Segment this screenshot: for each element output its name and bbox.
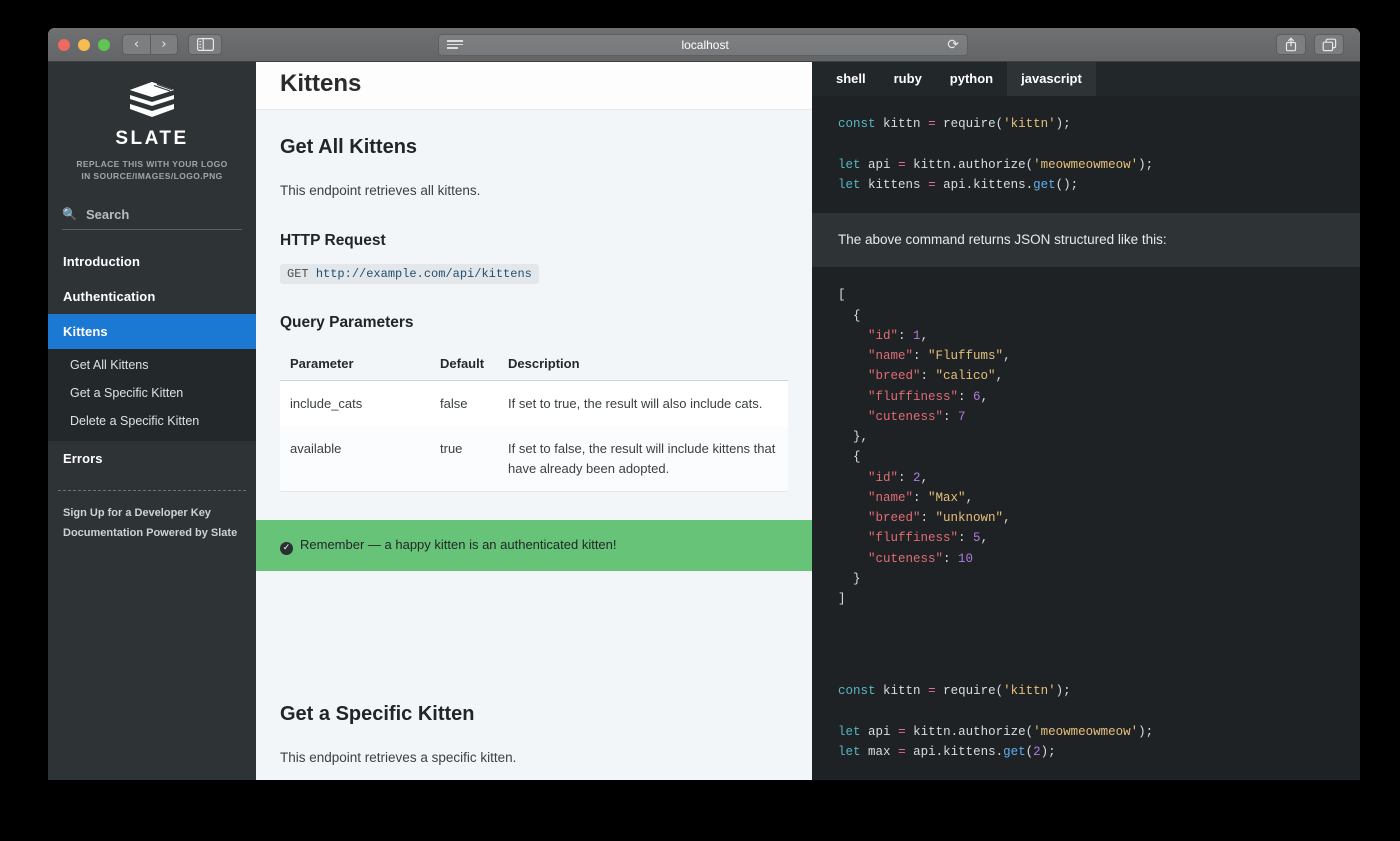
sidebar-subnav: Get All Kittens Get a Specific Kitten De… — [48, 349, 256, 441]
code-block-json-response: [ { "id": 1, "name": "Fluffums", "breed"… — [812, 267, 1360, 627]
url-text: localhost — [463, 38, 947, 52]
table-cell-default: true — [430, 426, 498, 492]
brand-subtitle: REPLACE THIS WITH YOUR LOGO IN SOURCE/IM… — [48, 158, 256, 183]
sidebar-subitem-delete-a-specific-kitten[interactable]: Delete a Specific Kitten — [48, 407, 256, 435]
code-block-request: const kittn = require('kittn'); let api … — [812, 96, 1360, 213]
maximize-window-button[interactable] — [98, 39, 110, 51]
section-get-a-specific-kitten: Get a Specific Kitten This endpoint retr… — [256, 665, 812, 780]
desktop-backdrop: + ‹ › — [0, 0, 1400, 841]
table-header-description: Description — [498, 348, 788, 381]
footer-link-powered-by-slate[interactable]: Documentation Powered by Slate — [63, 523, 241, 543]
books-logo-icon — [126, 80, 178, 122]
footer-link-developer-key[interactable]: Sign Up for a Developer Key — [63, 503, 241, 523]
reader-view-icon[interactable] — [447, 40, 463, 49]
section-get-all-kittens: Get All Kittens This endpoint retrieves … — [256, 110, 812, 665]
content-spacer — [280, 571, 788, 665]
code-panel: shell ruby python javascript const kittn… — [812, 62, 1360, 780]
reload-icon[interactable]: ⟳ — [947, 37, 959, 53]
http-verb: GET — [287, 267, 309, 281]
titlebar-tools — [1276, 34, 1344, 55]
section-description: This endpoint retrieves all kittens. — [280, 181, 788, 202]
tabs-icon — [1322, 38, 1337, 52]
http-request-heading: HTTP Request — [280, 232, 788, 250]
search-icon: 🔍 — [62, 207, 77, 221]
code-annotation: The above command returns JSON structure… — [812, 213, 1360, 267]
show-tabs-button[interactable] — [1314, 34, 1344, 55]
tab-shell[interactable]: shell — [822, 62, 880, 96]
table-cell-default: false — [430, 380, 498, 426]
table-header-default: Default — [430, 348, 498, 381]
sidebar-item-errors[interactable]: Errors — [48, 441, 256, 476]
sidebar-subitem-get-all-kittens[interactable]: Get All Kittens — [48, 351, 256, 379]
success-notice: ✓ Remember — a happy kitten is an authent… — [256, 520, 812, 570]
sidebar: SLATE REPLACE THIS WITH YOUR LOGO IN SOU… — [48, 62, 256, 780]
language-tabs: shell ruby python javascript — [812, 62, 1360, 96]
brand-name: SLATE — [48, 128, 256, 150]
tab-python[interactable]: python — [936, 62, 1007, 96]
table-cell-parameter: include_cats — [280, 380, 430, 426]
page-title: Kittens — [280, 70, 788, 98]
sidebar-icon — [197, 38, 214, 51]
sidebar-subitem-get-a-specific-kitten[interactable]: Get a Specific Kitten — [48, 379, 256, 407]
page-body: SLATE REPLACE THIS WITH YOUR LOGO IN SOU… — [48, 62, 1360, 780]
browser-window: ‹ › localhost ⟳ — [48, 28, 1360, 780]
table-head: Parameter Default Description — [280, 348, 788, 381]
table-row: include_cats false If set to true, the r… — [280, 380, 788, 426]
browser-titlebar: ‹ › localhost ⟳ — [48, 28, 1360, 62]
query-parameters-table: Parameter Default Description include_ca… — [280, 348, 788, 493]
code-panel-gap-dark — [812, 627, 1360, 663]
section2-heading: Get a Specific Kitten — [280, 703, 788, 726]
table-cell-description: If set to false, the result will include… — [498, 426, 788, 492]
table-body: include_cats false If set to true, the r… — [280, 380, 788, 492]
table-row: available true If set to false, the resu… — [280, 426, 788, 492]
search-row[interactable]: 🔍 — [62, 207, 242, 230]
section-heading: Get All Kittens — [280, 136, 788, 159]
sidebar-item-introduction[interactable]: Introduction — [48, 244, 256, 279]
window-controls — [58, 39, 110, 51]
brand-subtitle-line2: IN SOURCE/IMAGES/LOGO.PNG — [48, 170, 256, 182]
logo-block: SLATE REPLACE THIS WITH YOUR LOGO IN SOU… — [48, 62, 256, 189]
code-block-request-specific: const kittn = require('kittn'); let api … — [812, 663, 1360, 780]
forward-button[interactable]: › — [150, 34, 178, 55]
success-notice-text: Remember — a happy kitten is an authenti… — [300, 537, 617, 552]
address-bar[interactable]: localhost ⟳ — [438, 34, 968, 56]
sidebar-toggle-button[interactable] — [188, 34, 222, 55]
check-circle-icon: ✓ — [280, 542, 293, 555]
section2-description: This endpoint retrieves a specific kitte… — [280, 748, 788, 769]
close-window-button[interactable] — [58, 39, 70, 51]
search-input[interactable] — [86, 207, 242, 222]
page-title-bar: Kittens — [256, 62, 812, 110]
main-content: Kittens Get All Kittens This endpoint re… — [256, 62, 812, 780]
back-button[interactable]: ‹ — [122, 34, 150, 55]
minimize-window-button[interactable] — [78, 39, 90, 51]
table-cell-parameter: available — [280, 426, 430, 492]
sidebar-item-authentication[interactable]: Authentication — [48, 279, 256, 314]
table-cell-description: If set to true, the result will also inc… — [498, 380, 788, 426]
sidebar-item-kittens[interactable]: Kittens — [48, 314, 256, 349]
share-button[interactable] — [1276, 34, 1306, 55]
tab-javascript[interactable]: javascript — [1007, 62, 1096, 96]
http-path: http://example.com/api/kittens — [316, 267, 532, 281]
sidebar-footer: Sign Up for a Developer Key Documentatio… — [48, 491, 256, 556]
navigation-buttons: ‹ › — [122, 34, 178, 55]
share-icon — [1284, 37, 1298, 52]
table-header-parameter: Parameter — [280, 348, 430, 381]
tab-ruby[interactable]: ruby — [880, 62, 936, 96]
sidebar-nav: Introduction Authentication Kittens Get … — [48, 244, 256, 476]
query-parameters-heading: Query Parameters — [280, 314, 788, 332]
brand-subtitle-line1: REPLACE THIS WITH YOUR LOGO — [48, 158, 256, 170]
http-request-chip: GET http://example.com/api/kittens — [280, 264, 539, 284]
table-header-row: Parameter Default Description — [280, 348, 788, 381]
